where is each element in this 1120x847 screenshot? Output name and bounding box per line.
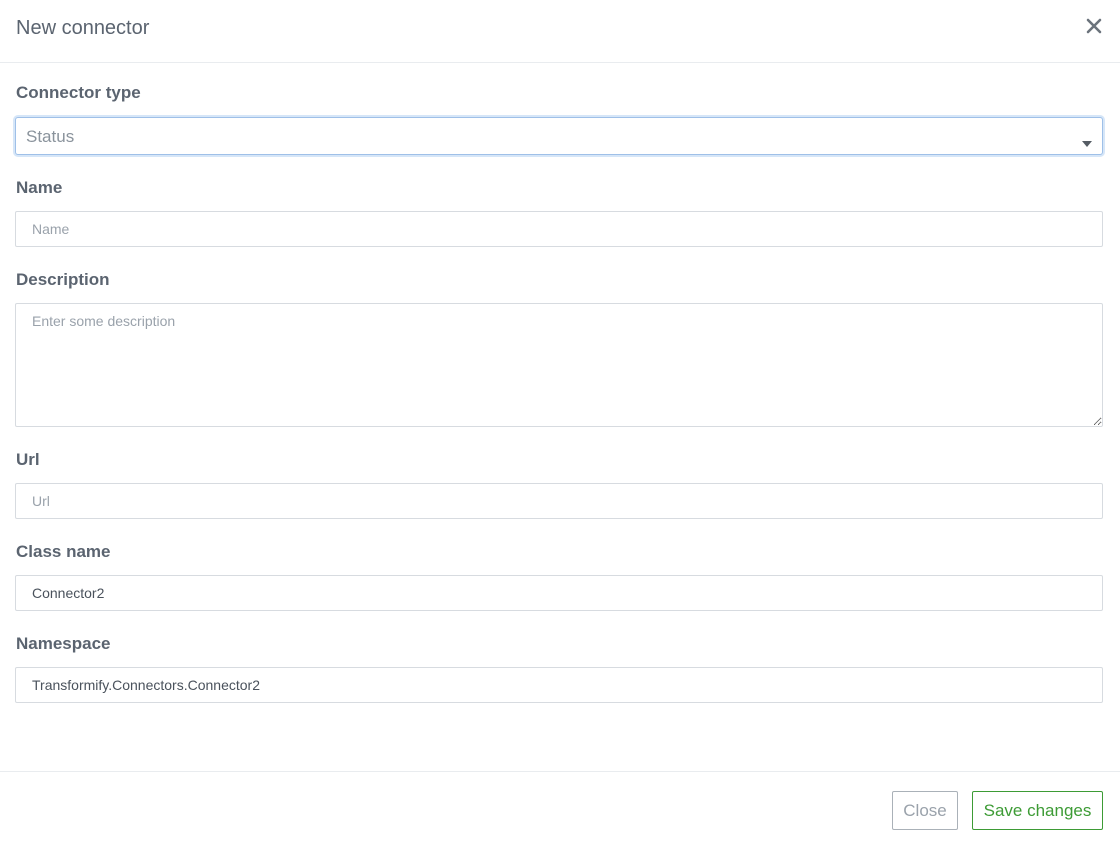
connector-type-label: Connector type <box>16 83 141 102</box>
name-label: Name <box>16 178 63 197</box>
new-connector-modal: New connector Connector type Status Name… <box>0 0 1120 847</box>
namespace-label: Namespace <box>16 634 111 653</box>
modal-title: New connector <box>16 17 150 39</box>
modal-footer: Close Save changes <box>0 771 1120 847</box>
save-changes-button[interactable]: Save changes <box>972 791 1103 830</box>
name-input[interactable] <box>15 211 1103 247</box>
modal-header: New connector <box>0 0 1120 63</box>
description-textarea[interactable] <box>15 303 1103 427</box>
caret-down-icon <box>1082 134 1092 152</box>
class-name-input[interactable] <box>15 575 1103 611</box>
class-name-label: Class name <box>16 542 111 561</box>
connector-type-selected-value: Status <box>26 127 75 146</box>
close-button[interactable]: Close <box>892 791 958 830</box>
url-input[interactable] <box>15 483 1103 519</box>
description-label: Description <box>16 270 110 289</box>
close-x-icon[interactable] <box>1084 14 1104 38</box>
namespace-input[interactable] <box>15 667 1103 703</box>
url-label: Url <box>16 450 40 469</box>
connector-type-select[interactable]: Status <box>15 117 1103 155</box>
